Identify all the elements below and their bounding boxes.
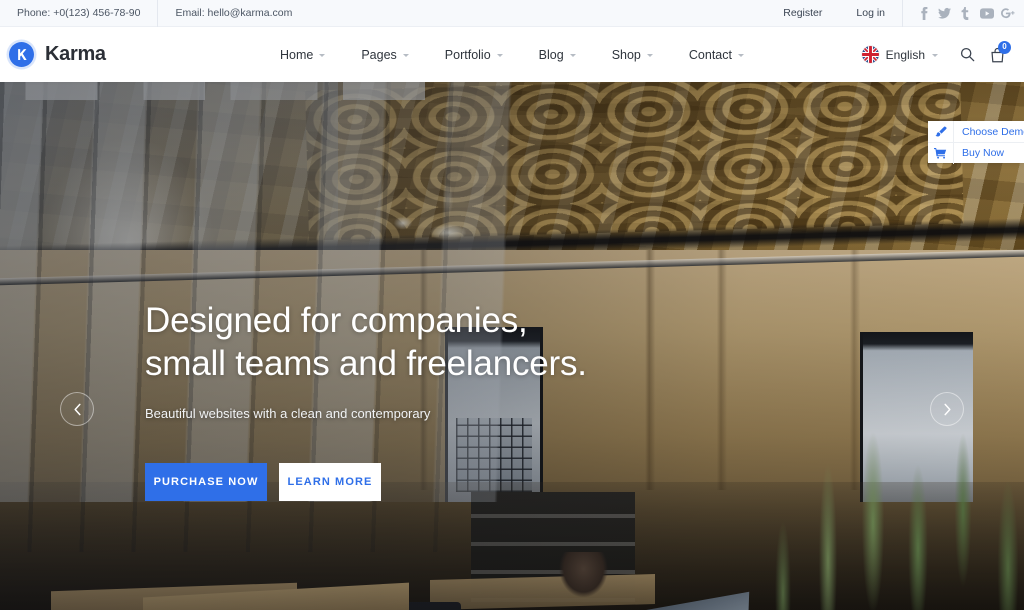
- choose-demo-button[interactable]: Choose Demo: [928, 121, 1024, 142]
- nav-item-portfolio[interactable]: Portfolio: [427, 48, 521, 62]
- header-utilities: English 0: [774, 40, 1024, 70]
- site-header: Karma Home Pages Portfolio Blog Shop Con…: [0, 27, 1024, 82]
- chevron-down-icon: [569, 54, 576, 57]
- chevron-down-icon: [646, 54, 653, 57]
- nav-label-home: Home: [280, 47, 314, 62]
- choose-demo-label: Choose Demo: [962, 125, 1024, 138]
- email-text: Email: hello@karma.com: [175, 7, 293, 19]
- top-bar: Phone: +0(123) 456-78-90 Email: hello@ka…: [0, 0, 1024, 27]
- brand-name: Karma: [45, 43, 106, 65]
- chevron-right-icon: [943, 403, 952, 416]
- buy-now-button[interactable]: Buy Now: [928, 142, 1024, 164]
- top-bar-contact-group: Phone: +0(123) 456-78-90 Email: hello@ka…: [0, 0, 309, 27]
- brush-icon: [928, 121, 954, 142]
- tumblr-icon[interactable]: [955, 3, 976, 24]
- buy-now-label: Buy Now: [962, 147, 1005, 159]
- chevron-down-icon: [402, 54, 409, 57]
- facebook-icon[interactable]: [913, 3, 934, 24]
- chevron-down-icon: [932, 54, 938, 57]
- demo-panel: Choose Demo Buy Now: [928, 121, 1024, 164]
- nav-item-blog[interactable]: Blog: [521, 48, 594, 62]
- carousel-prev-button[interactable]: [60, 392, 94, 426]
- cart-button[interactable]: 0: [982, 40, 1012, 70]
- nav-label-pages: Pages: [361, 47, 397, 62]
- nav-label-shop: Shop: [611, 47, 641, 62]
- shopping-cart-icon: [928, 142, 954, 164]
- chevron-down-icon: [319, 54, 326, 57]
- hero-title: Designed for companies, small teams and …: [145, 300, 785, 385]
- social-links: [902, 0, 1024, 27]
- nav-label-blog: Blog: [538, 47, 564, 62]
- hero-title-line-1: Designed for companies,: [145, 301, 528, 340]
- phone-text: Phone: +0(123) 456-78-90: [0, 0, 159, 27]
- search-button[interactable]: [952, 40, 982, 70]
- purchase-now-button[interactable]: PURCHASE NOW: [145, 463, 267, 502]
- twitter-icon[interactable]: [934, 3, 955, 24]
- nav-item-pages[interactable]: Pages: [343, 48, 426, 62]
- top-bar-account-group: Register Log in: [766, 0, 1024, 27]
- hero-content: Designed for companies, small teams and …: [145, 300, 785, 502]
- language-switcher[interactable]: English: [861, 46, 952, 63]
- register-link[interactable]: Register: [766, 0, 839, 27]
- hero-cta-group: PURCHASE NOW LEARN MORE: [145, 463, 785, 502]
- cart-count-badge: 0: [998, 40, 1011, 54]
- uk-flag-icon: [861, 46, 879, 63]
- chevron-down-icon: [496, 54, 503, 57]
- chevron-left-icon: [73, 403, 82, 416]
- hero-title-line-2: small teams and freelancers.: [145, 343, 587, 383]
- nav-label-portfolio: Portfolio: [444, 47, 491, 62]
- nav-item-shop[interactable]: Shop: [594, 48, 671, 62]
- nav-label-contact: Contact: [688, 47, 732, 62]
- carousel-next-button[interactable]: [930, 392, 964, 426]
- chevron-down-icon: [737, 54, 744, 57]
- youtube-icon[interactable]: [976, 3, 997, 24]
- nav-item-home[interactable]: Home: [262, 48, 343, 62]
- search-icon: [960, 47, 975, 62]
- nav-item-contact[interactable]: Contact: [671, 48, 762, 62]
- learn-more-button[interactable]: LEARN MORE: [279, 463, 381, 502]
- brand-logo[interactable]: Karma: [0, 42, 250, 67]
- hero-slider: Designed for companies, small teams and …: [0, 82, 1024, 610]
- language-label: English: [885, 47, 925, 62]
- login-link[interactable]: Log in: [839, 0, 902, 27]
- main-navigation: Home Pages Portfolio Blog Shop Contact: [250, 48, 774, 62]
- karma-logo-icon: [9, 42, 34, 67]
- hero-subtitle: Beautiful websites with a clean and cont…: [145, 406, 431, 422]
- googleplus-icon[interactable]: [997, 3, 1018, 24]
